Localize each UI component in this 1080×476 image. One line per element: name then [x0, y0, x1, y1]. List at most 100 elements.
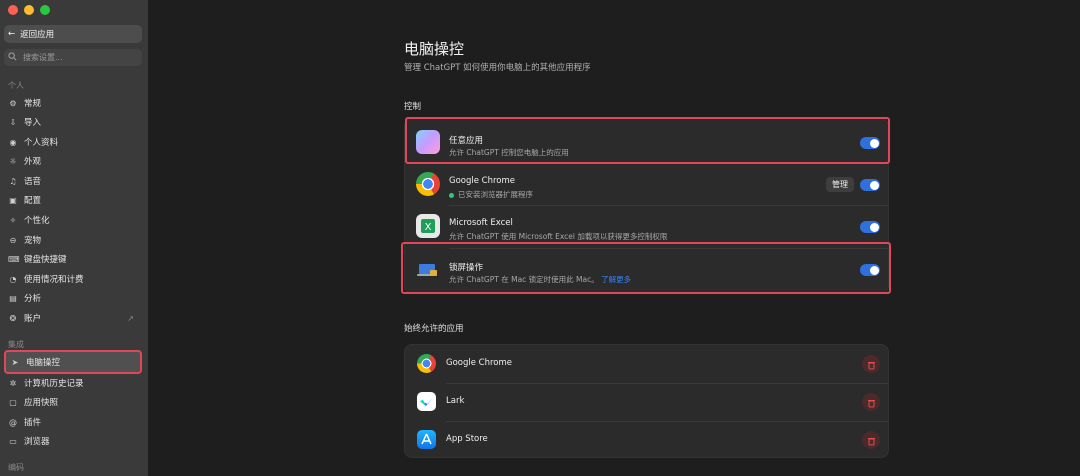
control-desc-text: 已安装浏览器扩展程序 [458, 190, 533, 199]
keyboard-icon: ⌨ [8, 254, 20, 264]
always-allowed-section-label: 始终允许的应用 [404, 324, 464, 334]
excel-icon: X [416, 214, 440, 238]
allowed-app-row: Lark [405, 383, 890, 421]
sidebar-item-label: 分析 [24, 294, 42, 304]
chrome-icon [416, 172, 440, 196]
sidebar-item-label: 个人资料 [24, 138, 59, 148]
manage-button[interactable]: 管理 [826, 177, 854, 192]
sidebar-item-plugins[interactable]: @ 插件 [4, 413, 142, 431]
page-title: 电脑操控 [404, 40, 465, 58]
sidebar-item-account[interactable]: ❂ 账户 ↗ [4, 309, 142, 327]
highlight-lock-screen [401, 242, 891, 294]
sidebar-item-label: 使用情况和计费 [24, 275, 84, 285]
box-icon: ▣ [9, 195, 17, 205]
sidebar-item-label: 配置 [24, 196, 42, 206]
minimize-window-button[interactable] [24, 5, 34, 15]
browser-icon: ▭ [9, 436, 17, 446]
allowed-app-name: Lark [446, 396, 465, 406]
control-row-excel: X Microsoft Excel 允许 ChatGPT 使用 Microsof… [405, 206, 890, 246]
back-label: 返回应用 [20, 30, 55, 40]
sidebar-item-label: 应用快照 [24, 398, 59, 408]
always-allowed-panel: Google Chrome Lark App Store [404, 344, 889, 458]
svg-text:X: X [425, 222, 432, 233]
trash-icon [867, 393, 876, 412]
control-row-chrome: Google Chrome 已安装浏览器扩展程序 管理 [405, 164, 890, 204]
sidebar-item-label: 计算机历史记录 [24, 379, 84, 389]
status-dot-icon [449, 192, 454, 198]
search-placeholder: 搜索设置... [23, 53, 63, 62]
person-icon: ◉ [9, 137, 17, 147]
allowed-app-name: Google Chrome [446, 358, 513, 368]
sidebar-item-appearance[interactable]: ☼ 外观 [4, 152, 142, 170]
zoom-window-button[interactable] [40, 5, 50, 15]
sidebar-item-pets[interactable]: ⊖ 宠物 [4, 231, 142, 249]
gear-icon: ⚙ [9, 98, 17, 108]
sidebar-item-label: 电脑操控 [26, 358, 61, 368]
allowed-app-name: App Store [446, 434, 488, 444]
sidebar-item-profile[interactable]: ◉ 个人资料 [4, 133, 142, 151]
control-desc: 已安装浏览器扩展程序 [449, 189, 533, 200]
sidebar-item-label: 键盘快捷键 [24, 255, 67, 265]
sidebar-item-keyboard-shortcuts[interactable]: ⌨ 键盘快捷键 [4, 250, 142, 268]
sparkle-icon: ✧ [9, 215, 17, 225]
settings-sidebar: ← 返回应用 搜索设置... 个人 ⚙ 常规 ⇩ 导入 ◉ 个人资料 ☼ 外观 ♫ 语音 … [0, 0, 148, 476]
external-link-icon: ↗ [127, 313, 134, 323]
back-to-app-button[interactable]: ← 返回应用 [4, 25, 142, 43]
search-icon [8, 52, 17, 63]
sidebar-item-general[interactable]: ⚙ 常规 [4, 94, 142, 112]
delete-button[interactable] [862, 355, 880, 373]
sidebar-item-label: 账户 [24, 314, 42, 324]
sidebar-item-voice[interactable]: ♫ 语音 [4, 172, 142, 190]
settings-search-input[interactable]: 搜索设置... [4, 49, 142, 66]
plugin-icon: @ [9, 417, 17, 427]
delete-button[interactable] [862, 393, 880, 411]
sidebar-item-usage-billing[interactable]: ◔ 使用情况和计费 [4, 270, 142, 288]
billing-icon: ◔ [9, 274, 17, 284]
sun-icon: ☼ [9, 156, 17, 166]
sidebar-item-label: 个性化 [24, 216, 50, 226]
sidebar-item-label: 导入 [24, 118, 42, 128]
allowed-app-row: Google Chrome [405, 345, 890, 383]
excel-toggle[interactable] [860, 221, 880, 233]
delete-button[interactable] [862, 431, 880, 449]
sidebar-item-browser[interactable]: ▭ 浏览器 [4, 432, 142, 450]
pet-icon: ⊖ [9, 235, 17, 245]
sidebar-item-label: 外观 [24, 157, 42, 167]
history-icon: ✲ [9, 378, 17, 388]
control-section-label: 控制 [404, 102, 422, 112]
sidebar-item-computer-history[interactable]: ✲ 计算机历史记录 [4, 374, 142, 392]
app-store-icon [417, 430, 436, 449]
trash-icon [867, 431, 876, 450]
sidebar-item-personalization[interactable]: ✧ 个性化 [4, 211, 142, 229]
chrome-toggle[interactable] [860, 179, 880, 191]
sidebar-item-label: 语音 [24, 177, 42, 187]
mic-icon: ♫ [9, 176, 17, 186]
window-controls [8, 5, 50, 15]
sidebar-item-label: 常规 [24, 99, 42, 109]
sidebar-item-label: 浏览器 [24, 437, 50, 447]
arrow-left-icon: ← [8, 29, 16, 39]
download-icon: ⇩ [9, 117, 17, 127]
sidebar-item-config[interactable]: ▣ 配置 [4, 191, 142, 209]
section-personal-label: 个人 [8, 81, 24, 90]
close-window-button[interactable] [8, 5, 18, 15]
lark-icon [417, 392, 436, 411]
snapshot-icon: ▢ [9, 397, 17, 407]
sidebar-item-label: 宠物 [24, 236, 42, 246]
cursor-icon: ➤ [11, 357, 19, 367]
sidebar-item-app-snapshot[interactable]: ▢ 应用快照 [4, 393, 142, 411]
section-coding-label: 编码 [8, 463, 24, 472]
page-subtitle: 管理 ChatGPT 如何使用你电脑上的其他应用程序 [404, 63, 591, 73]
chart-icon: ▤ [9, 293, 17, 303]
sidebar-item-computer-control[interactable]: ➤ 电脑操控 [4, 350, 142, 374]
control-desc: 允许 ChatGPT 使用 Microsoft Excel 加载项以获得更多控制… [449, 232, 668, 241]
control-title: Google Chrome [449, 176, 516, 186]
control-title: Microsoft Excel [449, 218, 513, 228]
sidebar-item-import[interactable]: ⇩ 导入 [4, 113, 142, 131]
chrome-icon [417, 354, 436, 373]
highlight-any-app [405, 117, 890, 164]
sidebar-item-label: 插件 [24, 418, 42, 428]
allowed-app-row: App Store [405, 421, 890, 459]
trash-icon [867, 355, 876, 374]
sidebar-item-analytics[interactable]: ▤ 分析 [4, 289, 142, 307]
